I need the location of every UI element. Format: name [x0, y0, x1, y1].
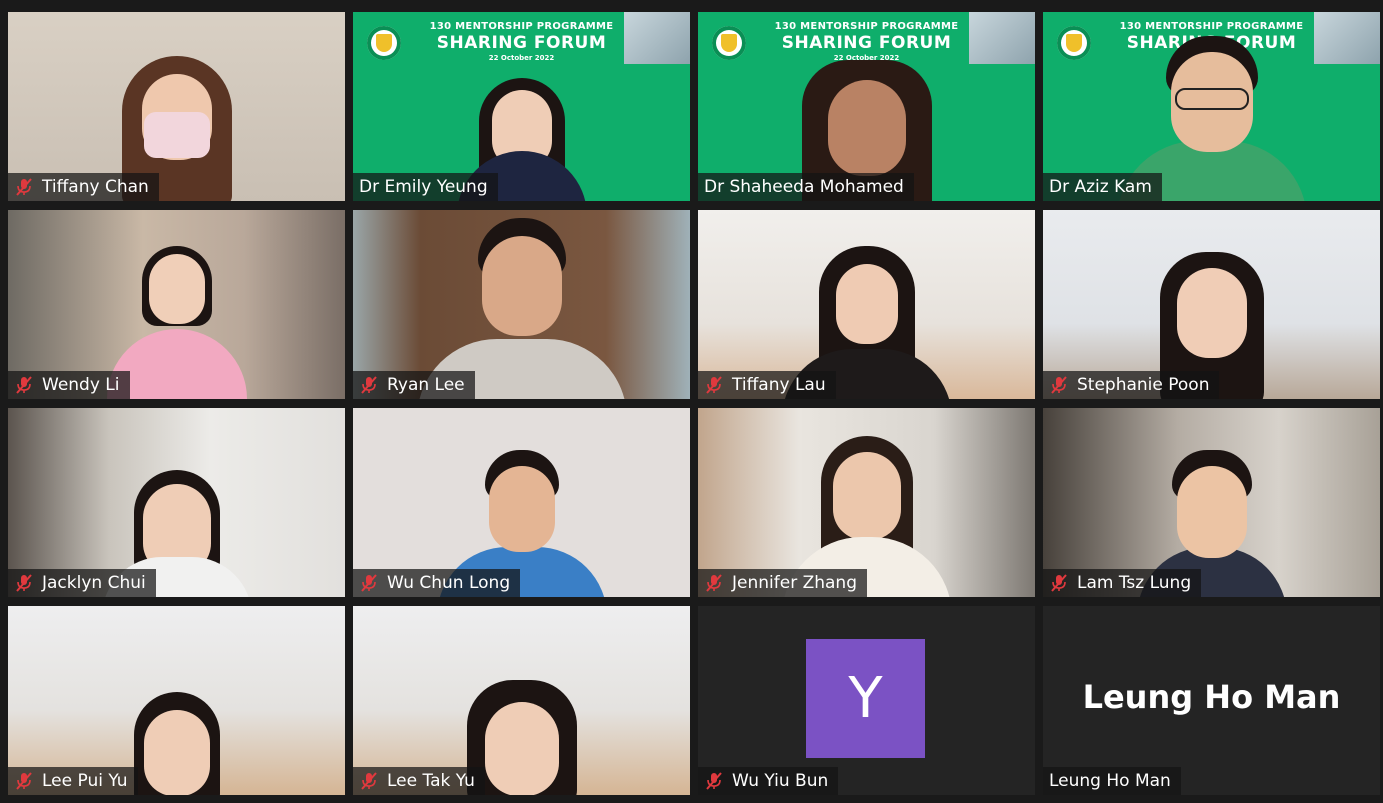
- video-tile-dr-emily-yeung[interactable]: 130 MENTORSHIP PROGRAMME SHARING FORUM 2…: [353, 12, 690, 201]
- microphone-muted-icon: [359, 573, 379, 593]
- participant-name: Jennifer Zhang: [732, 573, 857, 593]
- participant-nameplate: Stephanie Poon: [1043, 371, 1220, 399]
- participant-face: [1176, 466, 1247, 558]
- video-tile-ryan-lee[interactable]: Ryan Lee: [353, 210, 690, 399]
- face-mask: [143, 112, 210, 158]
- participant-nameplate: Leung Ho Man: [1043, 767, 1181, 795]
- participant-name: Lam Tsz Lung: [1077, 573, 1192, 593]
- video-tile-lee-pui-yu[interactable]: Lee Pui Yu: [8, 606, 345, 795]
- participant-nameplate: Dr Aziz Kam: [1043, 173, 1162, 201]
- video-tile-leung-ho-man[interactable]: Leung Ho Man Leung Ho Man: [1043, 606, 1380, 795]
- microphone-muted-icon: [704, 573, 724, 593]
- participant-face: [827, 80, 906, 176]
- participant-nameplate: Tiffany Lau: [698, 371, 836, 399]
- video-tile-jacklyn-chui[interactable]: Jacklyn Chui: [8, 408, 345, 597]
- participant-name: Wu Chun Long: [387, 573, 511, 593]
- participant-face: [832, 452, 901, 540]
- participant-name: Ryan Lee: [387, 375, 465, 395]
- microphone-muted-icon: [1049, 573, 1069, 593]
- participant-nameplate: Wendy Li: [8, 371, 130, 399]
- participant-face: [481, 236, 562, 336]
- microphone-muted-icon: [359, 771, 379, 791]
- participant-nameplate: Jennifer Zhang: [698, 569, 867, 597]
- participant-nameplate: Dr Emily Yeung: [353, 173, 498, 201]
- participant-name: Dr Shaheeda Mohamed: [704, 177, 904, 197]
- participant-nameplate: Tiffany Chan: [8, 173, 159, 201]
- participant-name: Jacklyn Chui: [42, 573, 146, 593]
- participant-face: [835, 264, 898, 344]
- video-tile-dr-aziz-kam[interactable]: 130 MENTORSHIP PROGRAMME SHARING FORUM 2…: [1043, 12, 1380, 201]
- ophthalmology-image: [624, 12, 690, 64]
- participant-name: Tiffany Chan: [42, 177, 149, 197]
- avatar: Y: [806, 639, 925, 758]
- participant-face: [143, 710, 210, 795]
- participant-nameplate: Lee Pui Yu: [8, 767, 138, 795]
- participant-name: Leung Ho Man: [1049, 771, 1171, 791]
- participant-nameplate: Ryan Lee: [353, 371, 475, 399]
- microphone-muted-icon: [14, 375, 34, 395]
- participant-name: Wendy Li: [42, 375, 120, 395]
- video-tile-stephanie-poon[interactable]: Stephanie Poon: [1043, 210, 1380, 399]
- video-tile-lam-tsz-lung[interactable]: Lam Tsz Lung: [1043, 408, 1380, 597]
- participant-nameplate: Wu Yiu Bun: [698, 767, 839, 795]
- participant-display-name: Leung Ho Man: [1082, 678, 1341, 716]
- participant-name: Dr Emily Yeung: [359, 177, 488, 197]
- participant-name: Tiffany Lau: [732, 375, 826, 395]
- participant-face: [484, 702, 559, 795]
- participant-name: Wu Yiu Bun: [732, 771, 829, 791]
- microphone-muted-icon: [14, 573, 34, 593]
- video-tile-lee-tak-yu[interactable]: Lee Tak Yu: [353, 606, 690, 795]
- microphone-muted-icon: [704, 771, 724, 791]
- ophthalmology-image: [1314, 12, 1380, 64]
- video-tile-wendy-li[interactable]: Wendy Li: [8, 210, 345, 399]
- ophthalmology-image: [969, 12, 1035, 64]
- microphone-muted-icon: [14, 771, 34, 791]
- video-tile-dr-shaheeda-mohamed[interactable]: 130 MENTORSHIP PROGRAMME SHARING FORUM 2…: [698, 12, 1035, 201]
- participant-nameplate: Dr Shaheeda Mohamed: [698, 173, 914, 201]
- participant-name: Stephanie Poon: [1077, 375, 1210, 395]
- microphone-muted-icon: [14, 177, 34, 197]
- video-tile-tiffany-lau[interactable]: Tiffany Lau: [698, 210, 1035, 399]
- microphone-muted-icon: [359, 375, 379, 395]
- video-tile-wu-chun-long[interactable]: Wu Chun Long: [353, 408, 690, 597]
- microphone-muted-icon: [704, 375, 724, 395]
- participant-face: [148, 254, 205, 324]
- participant-name: Dr Aziz Kam: [1049, 177, 1152, 197]
- glasses-icon: [1174, 88, 1249, 110]
- participant-nameplate: Wu Chun Long: [353, 569, 521, 597]
- participant-face: [1176, 268, 1247, 358]
- video-grid: Tiffany Chan 130 MENTORSHIP PROGRAMME SH…: [8, 12, 1380, 795]
- participant-nameplate: Lam Tsz Lung: [1043, 569, 1202, 597]
- participant-name: Lee Tak Yu: [387, 771, 475, 791]
- video-tile-tiffany-chan[interactable]: Tiffany Chan: [8, 12, 345, 201]
- microphone-muted-icon: [1049, 375, 1069, 395]
- video-tile-jennifer-zhang[interactable]: Jennifer Zhang: [698, 408, 1035, 597]
- video-tile-wu-yiu-bun[interactable]: Y Wu Yiu Bun: [698, 606, 1035, 795]
- participant-face: [488, 466, 555, 552]
- participant-nameplate: Jacklyn Chui: [8, 569, 156, 597]
- participant-nameplate: Lee Tak Yu: [353, 767, 485, 795]
- participant-name: Lee Pui Yu: [42, 771, 128, 791]
